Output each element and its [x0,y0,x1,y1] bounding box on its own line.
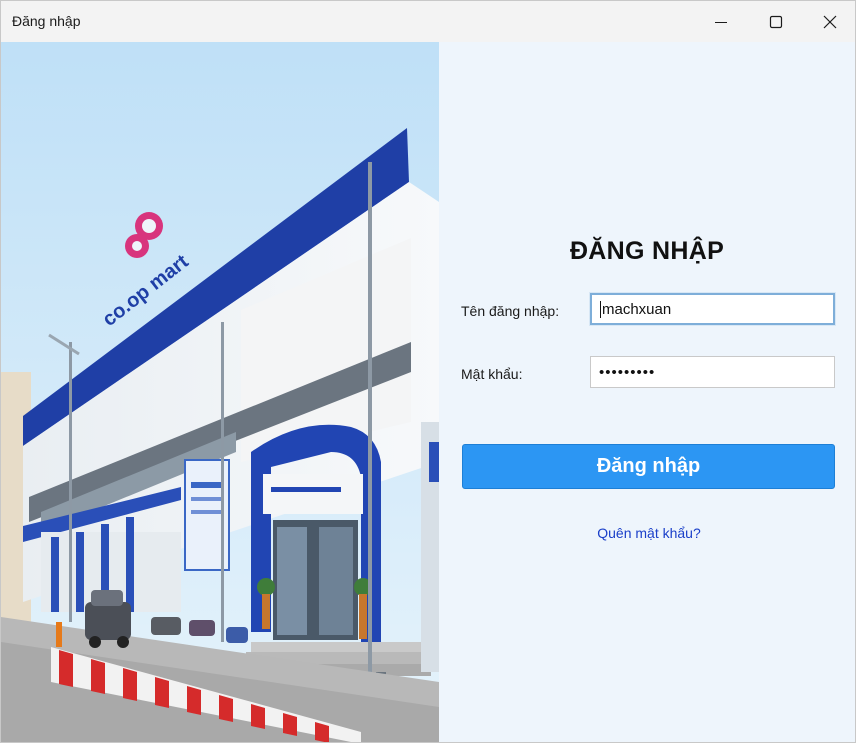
close-button[interactable] [802,1,855,42]
maximize-icon [769,15,783,28]
minimize-button[interactable] [693,1,749,42]
login-window: Đăng nhập co.op mart ĐĂNG NHẬP Tên đăng … [0,0,856,743]
text-caret [600,300,601,318]
store-photo: co.op mart [1,42,439,742]
login-panel: ĐĂNG NHẬP Tên đăng nhập: machxuan Mật kh… [439,42,855,742]
password-value: ••••••••• [599,363,656,381]
maximize-button[interactable] [748,1,804,42]
username-input[interactable]: machxuan [590,293,835,325]
username-value: machxuan [602,300,672,318]
login-button[interactable]: Đăng nhập [462,444,835,489]
password-label: Mật khẩu: [461,366,523,382]
window-title: Đăng nhập [12,13,81,29]
close-icon [823,15,837,28]
login-heading: ĐĂNG NHẬP [569,237,725,265]
minimize-icon [715,21,727,23]
username-label: Tên đăng nhập: [461,303,560,319]
password-input[interactable]: ••••••••• [590,356,835,388]
title-bar[interactable]: Đăng nhập [1,1,855,42]
forgot-password-link[interactable]: Quên mật khẩu? [439,525,855,541]
